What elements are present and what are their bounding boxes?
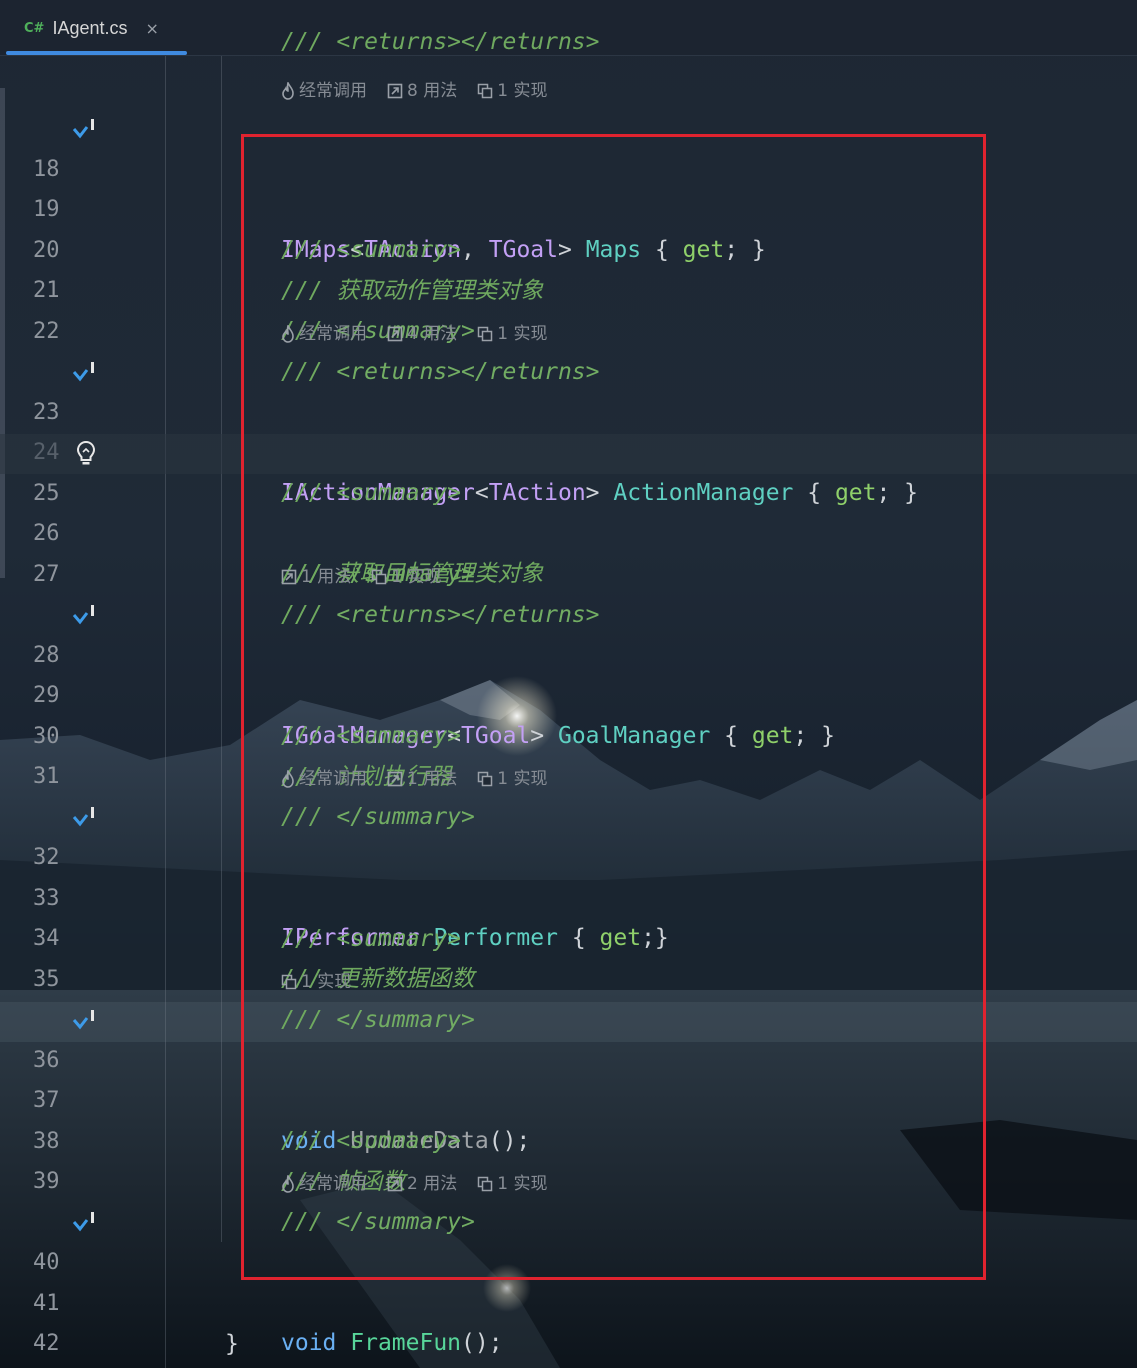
code-vision-hint: 经常调用 8 用法 1 实现 <box>281 76 547 106</box>
code-line-43: 43 <box>0 1325 1137 1365</box>
code-text: /// <returns></returns> <box>281 30 600 55</box>
implementations-icon <box>477 83 493 99</box>
code-line-42: 42 } <box>0 1284 1137 1356</box>
highlight-annotation-box <box>241 134 986 1280</box>
hint-implementations[interactable]: 1 实现 <box>477 76 547 106</box>
implement-down-arrow-icon[interactable] <box>70 1005 100 1037</box>
implement-down-arrow-icon[interactable] <box>70 802 100 834</box>
hint-frequent-calls[interactable]: 经常调用 <box>281 76 367 106</box>
flame-icon <box>282 82 294 100</box>
line-number: 31 <box>33 764 60 789</box>
line-number: 35 <box>33 967 60 992</box>
implement-down-arrow-icon[interactable] <box>70 114 100 146</box>
line-number: 22 <box>33 319 60 344</box>
usages-arrow-icon <box>387 83 403 99</box>
code-line-partial: /// <returns></returns> <box>0 30 1137 56</box>
hint-usages[interactable]: 8 用法 <box>387 76 457 106</box>
implement-down-arrow-icon[interactable] <box>70 1207 100 1239</box>
line-number: 39 <box>33 1169 60 1194</box>
line-number: 27 <box>33 562 60 587</box>
lightbulb-icon[interactable] <box>74 440 98 468</box>
implement-down-arrow-icon[interactable] <box>70 357 100 389</box>
implement-down-arrow-icon[interactable] <box>70 600 100 632</box>
